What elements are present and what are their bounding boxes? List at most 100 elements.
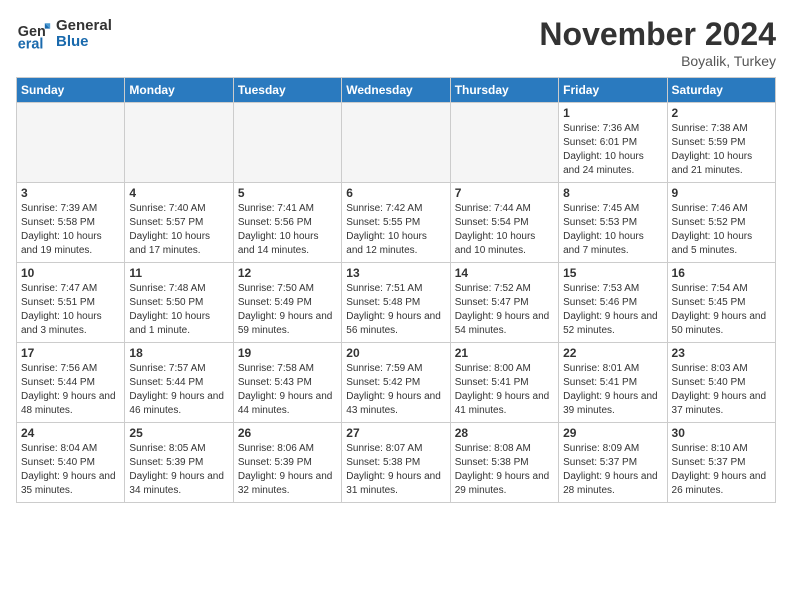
- day-info-line: Daylight: 10 hours and 17 minutes.: [129, 230, 228, 258]
- day-info-line: Sunrise: 7:53 AM: [563, 282, 662, 296]
- day-info-line: Sunset: 5:37 PM: [563, 456, 662, 470]
- day-info-line: Sunset: 5:55 PM: [346, 216, 445, 230]
- day-number: 5: [238, 186, 337, 200]
- calendar-cell: 12Sunrise: 7:50 AMSunset: 5:49 PMDayligh…: [233, 263, 341, 343]
- day-info: Sunrise: 7:44 AMSunset: 5:54 PMDaylight:…: [455, 202, 554, 258]
- day-info: Sunrise: 7:38 AMSunset: 5:59 PMDaylight:…: [672, 122, 771, 178]
- day-info-line: Sunset: 5:40 PM: [21, 456, 120, 470]
- day-info-line: Sunrise: 8:05 AM: [129, 442, 228, 456]
- day-info-line: Daylight: 10 hours and 5 minutes.: [672, 230, 771, 258]
- day-info-line: Daylight: 9 hours and 43 minutes.: [346, 390, 445, 418]
- day-info-line: Daylight: 10 hours and 19 minutes.: [21, 230, 120, 258]
- day-info: Sunrise: 8:09 AMSunset: 5:37 PMDaylight:…: [563, 442, 662, 498]
- day-info-line: Sunrise: 7:52 AM: [455, 282, 554, 296]
- day-info: Sunrise: 8:10 AMSunset: 5:37 PMDaylight:…: [672, 442, 771, 498]
- day-info-line: Sunrise: 8:04 AM: [21, 442, 120, 456]
- weekday-header-tuesday: Tuesday: [233, 78, 341, 103]
- day-info: Sunrise: 7:50 AMSunset: 5:49 PMDaylight:…: [238, 282, 337, 338]
- day-number: 6: [346, 186, 445, 200]
- calendar-cell: 6 Sunrise: 7:42 AMSunset: 5:55 PMDaylight…: [342, 183, 450, 263]
- day-info-line: Daylight: 9 hours and 54 minutes.: [455, 310, 554, 338]
- day-info: Sunrise: 7:39 AMSunset: 5:58 PMDaylight:…: [21, 202, 120, 258]
- svg-text:eral: eral: [18, 36, 44, 52]
- calendar-cell: 11Sunrise: 7:48 AMSunset: 5:50 PMDayligh…: [125, 263, 233, 343]
- calendar-header-row: SundayMondayTuesdayWednesdayThursdayFrid…: [17, 78, 776, 103]
- day-info-line: Sunrise: 8:08 AM: [455, 442, 554, 456]
- day-info-line: Sunrise: 8:00 AM: [455, 362, 554, 376]
- calendar-cell: 29Sunrise: 8:09 AMSunset: 5:37 PMDayligh…: [559, 423, 667, 503]
- calendar-cell: 21 Sunrise: 8:00 AMSunset: 5:41 PMDayligh…: [450, 343, 558, 423]
- calendar-cell: 3Sunrise: 7:39 AMSunset: 5:58 PMDaylight…: [17, 183, 125, 263]
- day-number: 15: [563, 266, 662, 280]
- day-info: Sunrise: 7:58 AMSunset: 5:43 PMDaylight:…: [238, 362, 337, 418]
- day-info-line: Sunrise: 7:46 AM: [672, 202, 771, 216]
- calendar-cell: 10Sunrise: 7:47 AMSunset: 5:51 PMDayligh…: [17, 263, 125, 343]
- calendar-week-3: 10Sunrise: 7:47 AMSunset: 5:51 PMDayligh…: [17, 263, 776, 343]
- calendar-cell: 4Sunrise: 7:40 AMSunset: 5:57 PMDaylight…: [125, 183, 233, 263]
- day-number: 2: [672, 106, 771, 120]
- day-number: 21: [455, 346, 554, 360]
- day-info-line: Sunset: 5:42 PM: [346, 376, 445, 390]
- day-info: Sunrise: 8:04 AMSunset: 5:40 PMDaylight:…: [21, 442, 120, 498]
- day-info: Sunrise: 8:05 AMSunset: 5:39 PMDaylight:…: [129, 442, 228, 498]
- day-number: 7: [455, 186, 554, 200]
- day-info-line: Daylight: 9 hours and 29 minutes.: [455, 470, 554, 498]
- day-info: Sunrise: 7:45 AMSunset: 5:53 PMDaylight:…: [563, 202, 662, 258]
- day-info-line: Sunrise: 7:44 AM: [455, 202, 554, 216]
- day-info-line: Daylight: 9 hours and 28 minutes.: [563, 470, 662, 498]
- day-info-line: Daylight: 9 hours and 34 minutes.: [129, 470, 228, 498]
- day-info: Sunrise: 8:01 AMSunset: 5:41 PMDaylight:…: [563, 362, 662, 418]
- day-info-line: Sunrise: 8:03 AM: [672, 362, 771, 376]
- day-number: 23: [672, 346, 771, 360]
- calendar-cell: [450, 103, 558, 183]
- day-info: Sunrise: 7:40 AMSunset: 5:57 PMDaylight:…: [129, 202, 228, 258]
- location: Boyalik, Turkey: [539, 53, 776, 69]
- calendar-cell: 7 Sunrise: 7:44 AMSunset: 5:54 PMDaylight…: [450, 183, 558, 263]
- day-info-line: Sunset: 5:52 PM: [672, 216, 771, 230]
- calendar-cell: 8 Sunrise: 7:45 AMSunset: 5:53 PMDaylight…: [559, 183, 667, 263]
- day-info-line: Sunset: 5:40 PM: [672, 376, 771, 390]
- month-title: November 2024: [539, 16, 776, 53]
- day-info-line: Sunset: 5:41 PM: [455, 376, 554, 390]
- day-info: Sunrise: 7:41 AMSunset: 5:56 PMDaylight:…: [238, 202, 337, 258]
- day-info-line: Daylight: 9 hours and 46 minutes.: [129, 390, 228, 418]
- day-info-line: Daylight: 9 hours and 35 minutes.: [21, 470, 120, 498]
- calendar-cell: 27Sunrise: 8:07 AMSunset: 5:38 PMDayligh…: [342, 423, 450, 503]
- day-info: Sunrise: 7:59 AMSunset: 5:42 PMDaylight:…: [346, 362, 445, 418]
- day-number: 8: [563, 186, 662, 200]
- logo: Gen eral General Blue: [16, 16, 112, 52]
- day-info: Sunrise: 7:36 AMSunset: 6:01 PMDaylight:…: [563, 122, 662, 178]
- day-info-line: Sunrise: 8:07 AM: [346, 442, 445, 456]
- day-info-line: Daylight: 10 hours and 21 minutes.: [672, 150, 771, 178]
- day-number: 18: [129, 346, 228, 360]
- day-info: Sunrise: 7:42 AMSunset: 5:55 PMDaylight:…: [346, 202, 445, 258]
- day-info-line: Daylight: 9 hours and 44 minutes.: [238, 390, 337, 418]
- calendar-cell: 14Sunrise: 7:52 AMSunset: 5:47 PMDayligh…: [450, 263, 558, 343]
- weekday-header-saturday: Saturday: [667, 78, 775, 103]
- weekday-header-sunday: Sunday: [17, 78, 125, 103]
- day-info-line: Sunrise: 7:59 AM: [346, 362, 445, 376]
- title-block: November 2024 Boyalik, Turkey: [539, 16, 776, 69]
- day-info-line: Sunset: 5:54 PM: [455, 216, 554, 230]
- day-info-line: Sunrise: 8:10 AM: [672, 442, 771, 456]
- calendar-cell: [17, 103, 125, 183]
- day-info-line: Sunset: 5:39 PM: [238, 456, 337, 470]
- calendar-cell: 5 Sunrise: 7:41 AMSunset: 5:56 PMDaylight…: [233, 183, 341, 263]
- day-info-line: Daylight: 9 hours and 37 minutes.: [672, 390, 771, 418]
- day-info-line: Daylight: 9 hours and 41 minutes.: [455, 390, 554, 418]
- day-info-line: Daylight: 10 hours and 10 minutes.: [455, 230, 554, 258]
- day-info-line: Daylight: 10 hours and 24 minutes.: [563, 150, 662, 178]
- day-info-line: Sunrise: 7:39 AM: [21, 202, 120, 216]
- day-info-line: Sunset: 5:50 PM: [129, 296, 228, 310]
- day-info-line: Sunrise: 7:58 AM: [238, 362, 337, 376]
- logo-text: General Blue: [56, 18, 112, 51]
- day-info-line: Sunrise: 8:09 AM: [563, 442, 662, 456]
- page-header: Gen eral General Blue November 2024 Boya…: [16, 16, 776, 69]
- day-info: Sunrise: 7:56 AMSunset: 5:44 PMDaylight:…: [21, 362, 120, 418]
- day-info-line: Daylight: 10 hours and 12 minutes.: [346, 230, 445, 258]
- day-info-line: Daylight: 9 hours and 39 minutes.: [563, 390, 662, 418]
- day-number: 10: [21, 266, 120, 280]
- calendar-cell: 17Sunrise: 7:56 AMSunset: 5:44 PMDayligh…: [17, 343, 125, 423]
- logo-icon: Gen eral: [16, 16, 52, 52]
- day-info-line: Sunrise: 7:36 AM: [563, 122, 662, 136]
